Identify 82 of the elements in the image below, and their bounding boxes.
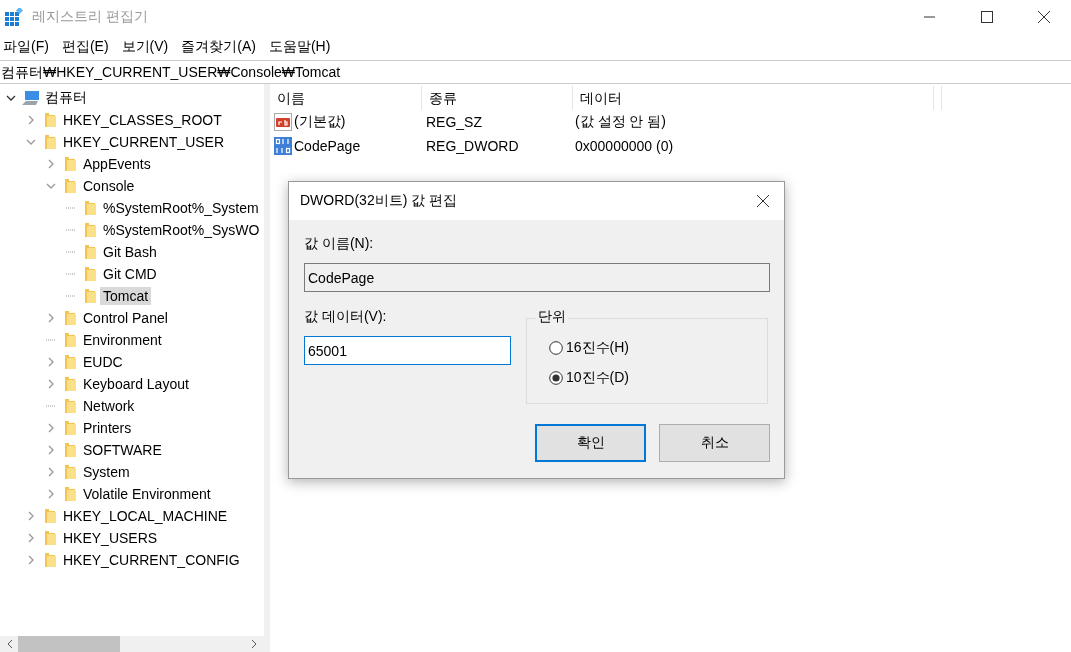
value-type: REG_DWORD <box>425 138 520 154</box>
folder-icon <box>82 266 98 282</box>
tree-item[interactable]: Git CMD <box>100 265 160 283</box>
tree-item[interactable]: Console <box>80 177 138 195</box>
folder-icon <box>62 354 78 370</box>
folder-icon <box>42 530 58 546</box>
folder-icon <box>42 134 58 150</box>
ok-button[interactable]: 확인 <box>535 424 646 462</box>
menu-item[interactable]: 즐겨찾기(A) <box>181 37 256 56</box>
value-data: 0x00000000 (0) <box>574 138 675 154</box>
scroll-right-icon[interactable] <box>250 639 258 649</box>
binary-value-icon <box>274 137 292 155</box>
folder-icon <box>42 112 58 128</box>
address-bar[interactable]: 컴퓨터₩HKEY_CURRENT_USER₩Console₩Tomcat <box>0 60 1071 84</box>
menu-item[interactable]: 편집(E) <box>61 37 109 56</box>
folder-icon <box>82 288 98 304</box>
folder-icon <box>62 310 78 326</box>
folder-icon <box>62 442 78 458</box>
tree-item[interactable]: HKEY_CURRENT_CONFIG <box>60 551 243 569</box>
column-header[interactable]: 이름 <box>270 86 422 110</box>
folder-icon <box>62 398 78 414</box>
value-data-field[interactable]: 65001 <box>304 336 511 365</box>
value-type: REG_SZ <box>425 114 483 130</box>
value-name[interactable]: CodePage <box>294 138 361 154</box>
column-header[interactable]: 종류 <box>422 86 573 110</box>
field-label: 값 이름(N): <box>304 235 375 253</box>
tree-item[interactable]: EUDC <box>80 353 126 371</box>
menu-item[interactable]: 파일(F) <box>3 37 49 56</box>
value-name-field[interactable]: CodePage <box>304 263 770 292</box>
folder-icon <box>82 200 98 216</box>
folder-icon <box>82 244 98 260</box>
radio-button[interactable] <box>549 371 563 385</box>
tree-item[interactable]: AppEvents <box>80 155 154 173</box>
tree-item[interactable]: %SystemRoot%_System <box>100 199 262 217</box>
tree-item[interactable]: Keyboard Layout <box>80 375 192 393</box>
folder-icon <box>62 376 78 392</box>
tree-item[interactable]: %SystemRoot%_SysWO <box>100 221 263 239</box>
horizontal-scrollbar[interactable] <box>0 636 264 652</box>
tree-item[interactable]: Tomcat <box>100 287 152 305</box>
tree-item[interactable]: Control Panel <box>80 309 171 327</box>
window-title: 레지스트리 편집기 <box>32 7 148 26</box>
maximize-icon[interactable] <box>981 10 993 23</box>
computer-icon <box>22 90 40 106</box>
tree-item[interactable]: SOFTWARE <box>80 441 165 459</box>
folder-icon <box>42 508 58 524</box>
folder-icon <box>42 552 58 568</box>
tree-item[interactable]: HKEY_LOCAL_MACHINE <box>60 507 231 525</box>
value-data: (값 설정 안 됨) <box>574 113 667 131</box>
chevron-icon[interactable] <box>6 93 16 103</box>
tree-item[interactable]: Volatile Environment <box>80 485 214 503</box>
folder-icon <box>62 332 78 348</box>
radio-label[interactable]: 16진수(H) <box>566 339 629 357</box>
column-header[interactable]: 데이터 <box>573 86 934 110</box>
close-icon[interactable] <box>757 195 769 207</box>
folder-icon <box>62 464 78 480</box>
tree-item[interactable]: HKEY_CLASSES_ROOT <box>60 111 225 129</box>
field-label: 값 데이터(V): <box>304 308 388 326</box>
tree-item[interactable]: Environment <box>80 331 165 349</box>
tree-item[interactable]: Network <box>80 397 138 415</box>
tree-item[interactable]: 컴퓨터 <box>42 88 90 108</box>
string-value-icon <box>274 113 292 131</box>
cancel-button[interactable]: 취소 <box>659 424 770 462</box>
folder-icon <box>62 420 78 436</box>
group-label: 단위 <box>536 308 568 326</box>
tree-item[interactable]: HKEY_USERS <box>60 529 161 547</box>
tree-item[interactable]: Git Bash <box>100 243 160 261</box>
folder-icon <box>82 222 98 238</box>
radio-label[interactable]: 10진수(D) <box>566 369 629 387</box>
value-name[interactable]: (기본값) <box>294 113 346 131</box>
tree-item[interactable]: System <box>80 463 133 481</box>
folder-icon <box>62 486 78 502</box>
registry-icon <box>5 7 23 26</box>
radio-button[interactable] <box>549 341 563 355</box>
menu-item[interactable]: 보기(V) <box>121 37 169 56</box>
tree-item[interactable]: Printers <box>80 419 135 437</box>
dialog-title: DWORD(32비트) 값 편집 <box>300 192 458 210</box>
menu-item[interactable]: 도움말(H) <box>268 37 331 56</box>
folder-icon <box>62 156 78 172</box>
close-icon[interactable] <box>1038 10 1050 23</box>
folder-icon <box>62 178 78 194</box>
scroll-left-icon[interactable] <box>6 639 14 649</box>
tree-item[interactable]: HKEY_CURRENT_USER <box>60 133 228 151</box>
